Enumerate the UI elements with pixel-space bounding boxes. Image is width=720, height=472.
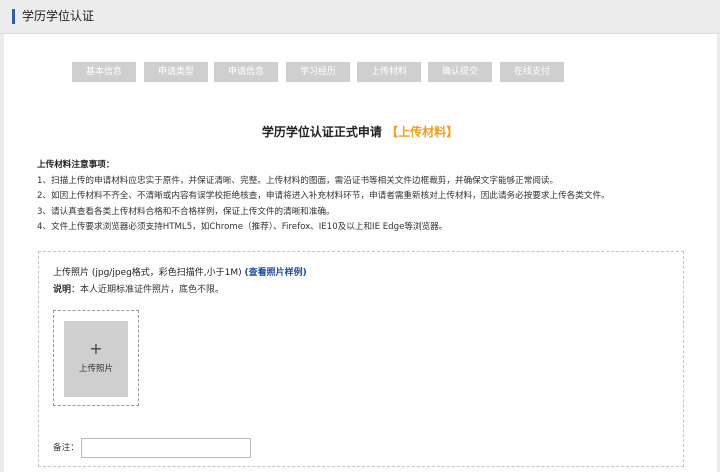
plus-icon: + [89,339,103,358]
upload-title: 上传照片 (jpg/jpeg格式，彩色扫描件,小于1M) (查看照片样例) [53,267,307,279]
remark-input[interactable] [81,438,251,458]
step-upload-materials[interactable]: 上传材料 [357,62,421,82]
view-photo-sample-link[interactable]: (查看照片样例) [245,268,307,278]
upload-description: 说明：本人近期标准证件照片，底色不限。 [53,284,224,296]
step-application-type[interactable]: 申请类型 [144,62,208,82]
description-text: ：本人近期标准证件照片，底色不限。 [71,285,225,295]
step-online-payment[interactable]: 在线支付 [500,62,564,82]
heading-text: 学历学位认证正式申请 [261,125,382,139]
upload-photo-label: 上传照片 [78,364,113,374]
step-confirm-submit[interactable]: 确认提交 [428,62,492,82]
notes-title: 上传材料注意事项： [37,160,115,170]
step-application-info[interactable]: 申请信息 [214,62,278,82]
notes-item: 4、文件上传要求浏览器必须支持HTML5，如Chrome（推荐）、Firefox… [37,222,448,232]
heading-stage-tag: 【上传材料】 [386,125,459,139]
remark-label: 备注： [53,443,79,453]
notes-item: 2、如因上传材料不齐全、不清晰或内容有误学校拒绝核查，申请将进入补充材料环节，申… [37,191,610,201]
description-label: 说明 [53,285,72,295]
step-study-history[interactable]: 学习经历 [286,62,350,82]
form-heading: 学历学位认证正式申请 【上传材料】 [0,124,720,140]
notes-item: 1、扫描上传的申请材料应忠实于原件，并保证清晰、完整。上传材料的图面，需沿证书等… [37,175,559,186]
upload-notes: 上传材料注意事项： 1、扫描上传的申请材料应忠实于原件，并保证清晰、完整。上传材… [37,158,697,236]
step-basic-info[interactable]: 基本信息 [72,62,136,82]
upload-photo-button[interactable]: + 上传照片 [64,321,128,397]
page-title: 学历学位认证 [22,9,95,23]
photo-upload-section: 上传照片 (jpg/jpeg格式，彩色扫描件,小于1M) (查看照片样例) 说明… [38,251,684,467]
upload-title-text: 上传照片 (jpg/jpeg格式，彩色扫描件,小于1M) [53,268,242,278]
notes-item: 3、请认真查看各类上传材料合格和不合格样例，保证上传文件的清晰和准确。 [37,206,335,217]
top-bar: 学历学位认证 [0,0,720,34]
title-accent-bar [12,9,15,24]
photo-dropzone: + 上传照片 [53,310,139,406]
